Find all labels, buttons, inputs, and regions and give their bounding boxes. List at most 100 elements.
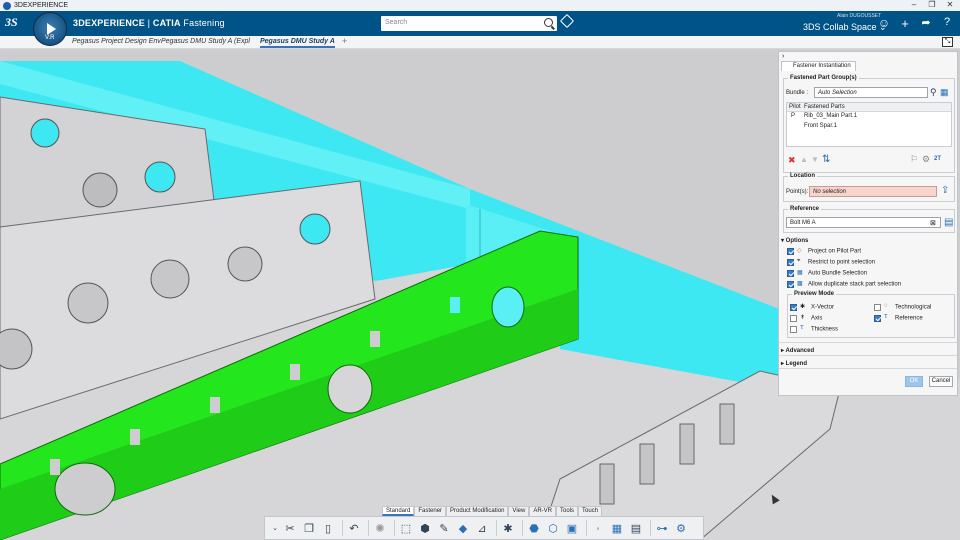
checkbox-icon[interactable]	[787, 247, 794, 255]
help-icon[interactable]: ?	[939, 16, 955, 28]
options-toggle[interactable]: ▾ Options	[781, 237, 808, 244]
option-restrict-points[interactable]: ⌖ Restrict to point selection	[787, 258, 875, 266]
restore-button[interactable]: ❐	[924, 0, 940, 9]
close-button[interactable]: ✕	[942, 0, 958, 9]
part-name: Front Spar.1	[804, 123, 838, 129]
remove-icon[interactable]: ✖	[788, 155, 796, 166]
search-input[interactable]: Search	[381, 16, 557, 31]
preview-label: Technological	[895, 304, 932, 311]
user-icon[interactable]: ☺	[876, 16, 892, 30]
render-icon[interactable]: ⬡	[545, 520, 561, 536]
checkbox-icon[interactable]	[787, 280, 794, 288]
restrict-icon: ⌖	[797, 258, 801, 264]
paste-icon[interactable]: ▯	[320, 520, 336, 536]
option-auto-bundle[interactable]: ▦ Auto Bundle Selection	[787, 269, 867, 277]
view-icon[interactable]: ⬣	[526, 520, 542, 536]
stack-count: 2T	[934, 156, 942, 162]
brand-separator: |	[144, 18, 153, 28]
top-header: 3S V.R 3DEXPERIENCE | CATIA Fastening Se…	[0, 11, 960, 46]
ok-button[interactable]: OK	[905, 376, 923, 387]
minimize-button[interactable]: –	[906, 0, 922, 9]
checkbox-icon[interactable]	[790, 303, 797, 311]
fastener-icon[interactable]: ⬚	[398, 520, 414, 536]
location-group: Location Point(s): No selection ⇪	[783, 173, 955, 202]
add-tab-icon[interactable]: +	[342, 36, 347, 46]
move-up-icon[interactable]: ▲	[800, 155, 808, 164]
move-down-icon[interactable]: ▼	[811, 155, 819, 164]
search-icon[interactable]	[544, 18, 553, 27]
checkbox-icon[interactable]	[787, 258, 794, 266]
tab-project-design[interactable]: Pegasus Project Design Env	[72, 38, 161, 45]
update-icon[interactable]: ✺	[372, 520, 388, 536]
tag-icon[interactable]	[559, 13, 575, 29]
grid-icon[interactable]: ▦	[609, 520, 625, 536]
preview-axis[interactable]: ↟ Axis	[790, 314, 822, 322]
bundle-edit-icon[interactable]: ▦	[940, 87, 949, 98]
tab-ar-vr[interactable]: AR-VR	[529, 506, 556, 516]
separator	[394, 520, 395, 536]
compass-icon[interactable]: V.R	[33, 12, 67, 46]
action-bar: ⌄ ✂ ❐ ▯ ↶ ✺ ⬚ ⬢ ✎ ◆ ⊿ ✱ ⬣ ⬡ ▣ ◦ ▦ ▤ ⊶ ⚙	[264, 516, 704, 540]
part-icon[interactable]: ◆	[455, 520, 471, 536]
advanced-toggle[interactable]: ▸ Advanced	[781, 347, 814, 354]
chevron-down-icon[interactable]: ⌄	[271, 520, 279, 536]
table-icon[interactable]: ▤	[628, 520, 644, 536]
collapse-icon[interactable]: ⤡	[942, 37, 953, 47]
assembly-icon[interactable]: ⬢	[417, 520, 433, 536]
list-header: Pilot Fastened Parts	[787, 103, 951, 112]
tab-dmu-study-expl[interactable]: Pegasus DMU Study A (Expl	[161, 38, 250, 45]
points-field[interactable]: No selection	[809, 186, 937, 197]
dot-icon[interactable]: ◦	[590, 520, 606, 536]
fastened-part-groups: Fastened Part Group(s) Bundle : Auto Sel…	[783, 75, 955, 173]
cut-icon[interactable]: ✂	[282, 520, 298, 536]
share-icon[interactable]: ➦	[918, 16, 934, 29]
app-logo-icon	[3, 1, 11, 10]
panel-expand-icon[interactable]: ›	[782, 53, 784, 60]
tab-fastener[interactable]: Fastener	[414, 506, 447, 516]
tree-icon[interactable]: ⊶	[654, 520, 670, 536]
checkbox-icon[interactable]	[790, 314, 797, 322]
checkbox-icon[interactable]	[790, 325, 797, 333]
undo-icon[interactable]: ↶	[346, 520, 362, 536]
settings-icon[interactable]: ⚙	[673, 520, 689, 536]
preview-technological[interactable]: ◌ Technological	[874, 303, 931, 311]
tab-tools[interactable]: Tools	[556, 506, 579, 516]
checkbox-icon[interactable]	[787, 269, 794, 277]
materials-icon[interactable]: ▣	[564, 520, 580, 536]
reference-field[interactable]: Bolt M6 A	[786, 217, 941, 228]
clear-reference-icon[interactable]: ⊠	[930, 219, 936, 227]
checkbox-icon[interactable]	[874, 314, 881, 322]
tab-touch[interactable]: Touch	[578, 506, 603, 516]
copy-icon[interactable]: ❐	[301, 520, 317, 536]
legend-toggle[interactable]: ▸ Legend	[781, 360, 807, 367]
stack-icon[interactable]: ⚙	[922, 154, 930, 165]
option-project-pilot[interactable]: ◇ Project on Pilot Part	[787, 247, 861, 255]
checkbox-icon[interactable]	[874, 303, 881, 311]
bundle-search-icon[interactable]: ⚲	[930, 87, 937, 98]
tab-dmu-study-a[interactable]: Pegasus DMU Study A	[260, 38, 335, 48]
axis-icon[interactable]: ✱	[500, 520, 516, 536]
sort-icon[interactable]: ⇅	[822, 154, 830, 165]
bundle-field[interactable]: Auto Selection	[814, 87, 928, 98]
tab-standard[interactable]: Standard	[382, 506, 415, 516]
pen-icon[interactable]: ✎	[436, 520, 452, 536]
catalog-icon[interactable]: ▤	[944, 217, 953, 228]
col-fastened-parts: Fastened Parts	[804, 104, 845, 110]
measure-icon[interactable]: ⊿	[474, 520, 490, 536]
list-item[interactable]: P Rib_03_Main Part.1	[791, 113, 857, 119]
plus-icon[interactable]: +	[897, 16, 913, 31]
preview-reference[interactable]: Ⲧ Reference	[874, 314, 923, 322]
preview-thickness[interactable]: Ⲧ Thickness	[790, 325, 838, 333]
collab-space-selector[interactable]: 3DS Collab Space ⌄	[803, 22, 887, 33]
preview-label: Axis	[811, 315, 823, 322]
option-allow-duplicate[interactable]: ▩ Allow duplicate stack part selection	[787, 280, 901, 288]
tab-view[interactable]: View	[508, 506, 530, 516]
fastener-instantiation-panel: › Fastener Instantiation Fastened Part G…	[778, 51, 958, 396]
cancel-button[interactable]: Cancel	[929, 376, 953, 387]
pilot-icon[interactable]: ⚐	[910, 154, 918, 165]
reference-group: Reference Bolt M6 A ⊠ ▤	[783, 206, 955, 233]
preview-x-vector[interactable]: ✱ X-Vector	[790, 303, 834, 311]
export-icon[interactable]: ⇪	[941, 185, 949, 196]
tab-product-modification[interactable]: Product Modification	[446, 506, 509, 516]
ds-logo-icon[interactable]: 3S	[5, 15, 18, 30]
